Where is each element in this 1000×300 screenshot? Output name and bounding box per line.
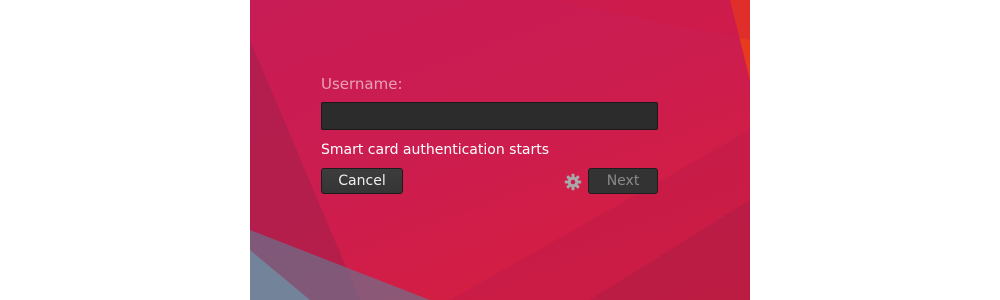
username-input[interactable] [321,102,658,130]
gear-icon[interactable] [564,173,582,191]
status-message: Smart card authentication starts [321,142,550,158]
username-label: Username: [321,75,403,93]
login-dialog: Username: Smart card authentication star… [321,72,658,202]
next-button[interactable]: Next [588,168,658,194]
cancel-button[interactable]: Cancel [321,168,403,194]
login-screen: Username: Smart card authentication star… [250,0,750,300]
